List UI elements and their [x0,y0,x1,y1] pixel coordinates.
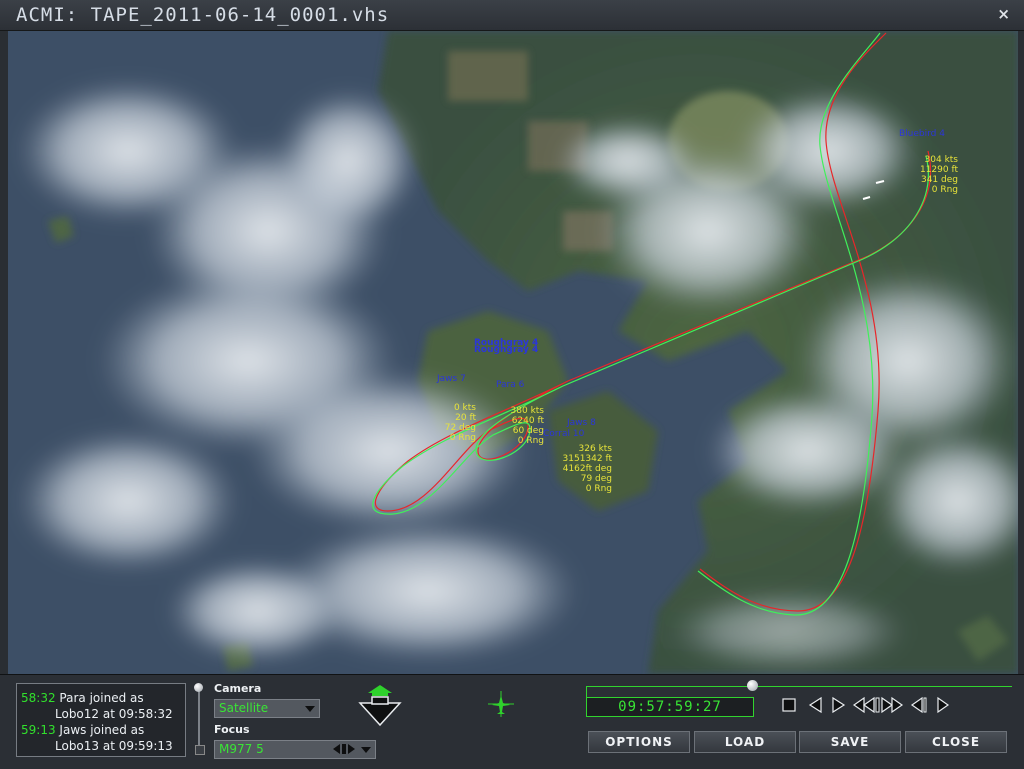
timeline-line [586,686,1012,687]
aircraft-info-jaws7: 0 kts 20 ft 72 deg 0 Rng [434,403,476,443]
info-line: 4162ft deg [562,464,612,474]
save-button[interactable]: SAVE [799,731,901,753]
acmi-map-view[interactable]: Bluebird 4 304 kts 11290 ft 341 deg 0 Rn… [8,31,1018,674]
log-time: 58:32 [21,691,56,705]
slider-track [198,687,200,751]
aircraft-heading-icon[interactable] [488,691,514,717]
log-entry-cont: Lobo12 at 09:58:32 [55,707,173,721]
info-line: 0 Rng [931,185,958,195]
info-line: 72 deg [444,423,476,433]
frame-step-icon[interactable] [910,696,950,714]
info-line: 0 Rng [517,436,544,446]
info-line: 60 deg [512,426,544,436]
focus-select[interactable]: M977 5 [214,740,376,759]
playback-clock: 09:57:59:27 [586,697,754,717]
aircraft-label-jaws8: Jaws 8 [567,418,596,428]
title-bar: ACMI: TAPE_2011-06-14_0001.vhs × [0,0,1024,31]
camera-select[interactable]: Satellite [214,699,320,718]
log-scroll-slider[interactable] [194,681,205,755]
info-line: 0 kts [453,403,476,413]
chevron-down-icon[interactable] [305,706,315,712]
info-line: 20 ft [455,413,476,423]
focus-label: Focus [214,723,250,736]
log-entry: 59:13 Jaws joined as [21,722,144,738]
info-line: 6240 ft [511,416,544,426]
fast-rewind-forward-icon[interactable] [852,696,904,714]
options-button[interactable]: OPTIONS [588,731,690,753]
log-time: 59:13 [21,723,56,737]
play-reverse-forward-icon[interactable] [808,696,846,714]
slider-end-cap [195,745,205,755]
info-line: 380 kts [510,406,544,416]
aircraft-label-jaws7: Jaws 7 [437,374,466,384]
info-line: 3151342 ft [562,454,612,464]
close-icon[interactable]: × [997,5,1010,23]
close-button[interactable]: CLOSE [905,731,1007,753]
aircraft-label-para6: Para 6 [496,380,525,390]
aircraft-info-para6: 380 kts 6240 ft 60 deg 0 Rng [490,406,544,446]
event-log: 58:32 Para joined as Lobo12 at 09:58:32 … [16,683,186,757]
aircraft-label-bluebird4: Bluebird 4 [899,129,945,139]
info-line: 79 deg [580,474,612,484]
aircraft-info-bluebird4: 304 kts 11290 ft 341 deg 0 Rng [902,155,958,195]
chevron-down-icon[interactable] [361,747,371,753]
stop-icon[interactable] [782,696,796,714]
aircraft-info-jaws8: 326 kts 3151342 ft 4162ft deg 79 deg 0 R… [554,444,612,494]
info-line: 326 kts [578,444,612,454]
info-line: 304 kts [924,155,958,165]
info-line: 341 deg [920,175,958,185]
load-button[interactable]: LOAD [694,731,796,753]
log-text: Para joined as [59,691,144,705]
aircraft-label-corral10: Corral 10 [543,429,585,439]
info-line: 0 Rng [449,433,476,443]
info-line: 0 Rng [585,484,612,494]
log-text: Jaws joined as [59,723,145,737]
control-panel: 58:32 Para joined as Lobo12 at 09:58:32 … [0,674,1024,769]
camera-up-down-icon[interactable] [358,683,402,727]
log-entry-cont: Lobo13 at 09:59:13 [55,739,173,753]
window-title: ACMI: TAPE_2011-06-14_0001.vhs [16,4,390,26]
focus-value: M977 5 [219,742,264,756]
timeline-knob[interactable] [747,680,759,691]
camera-value: Satellite [219,701,269,715]
aircraft-label-cluster-overlap: Roughgray 4 [474,345,539,355]
camera-label: Camera [214,682,262,695]
log-entry: 58:32 Para joined as [21,690,144,706]
prev-next-focus-icon[interactable] [333,744,355,754]
info-line: 11290 ft [919,165,958,175]
slider-knob[interactable] [194,683,203,692]
